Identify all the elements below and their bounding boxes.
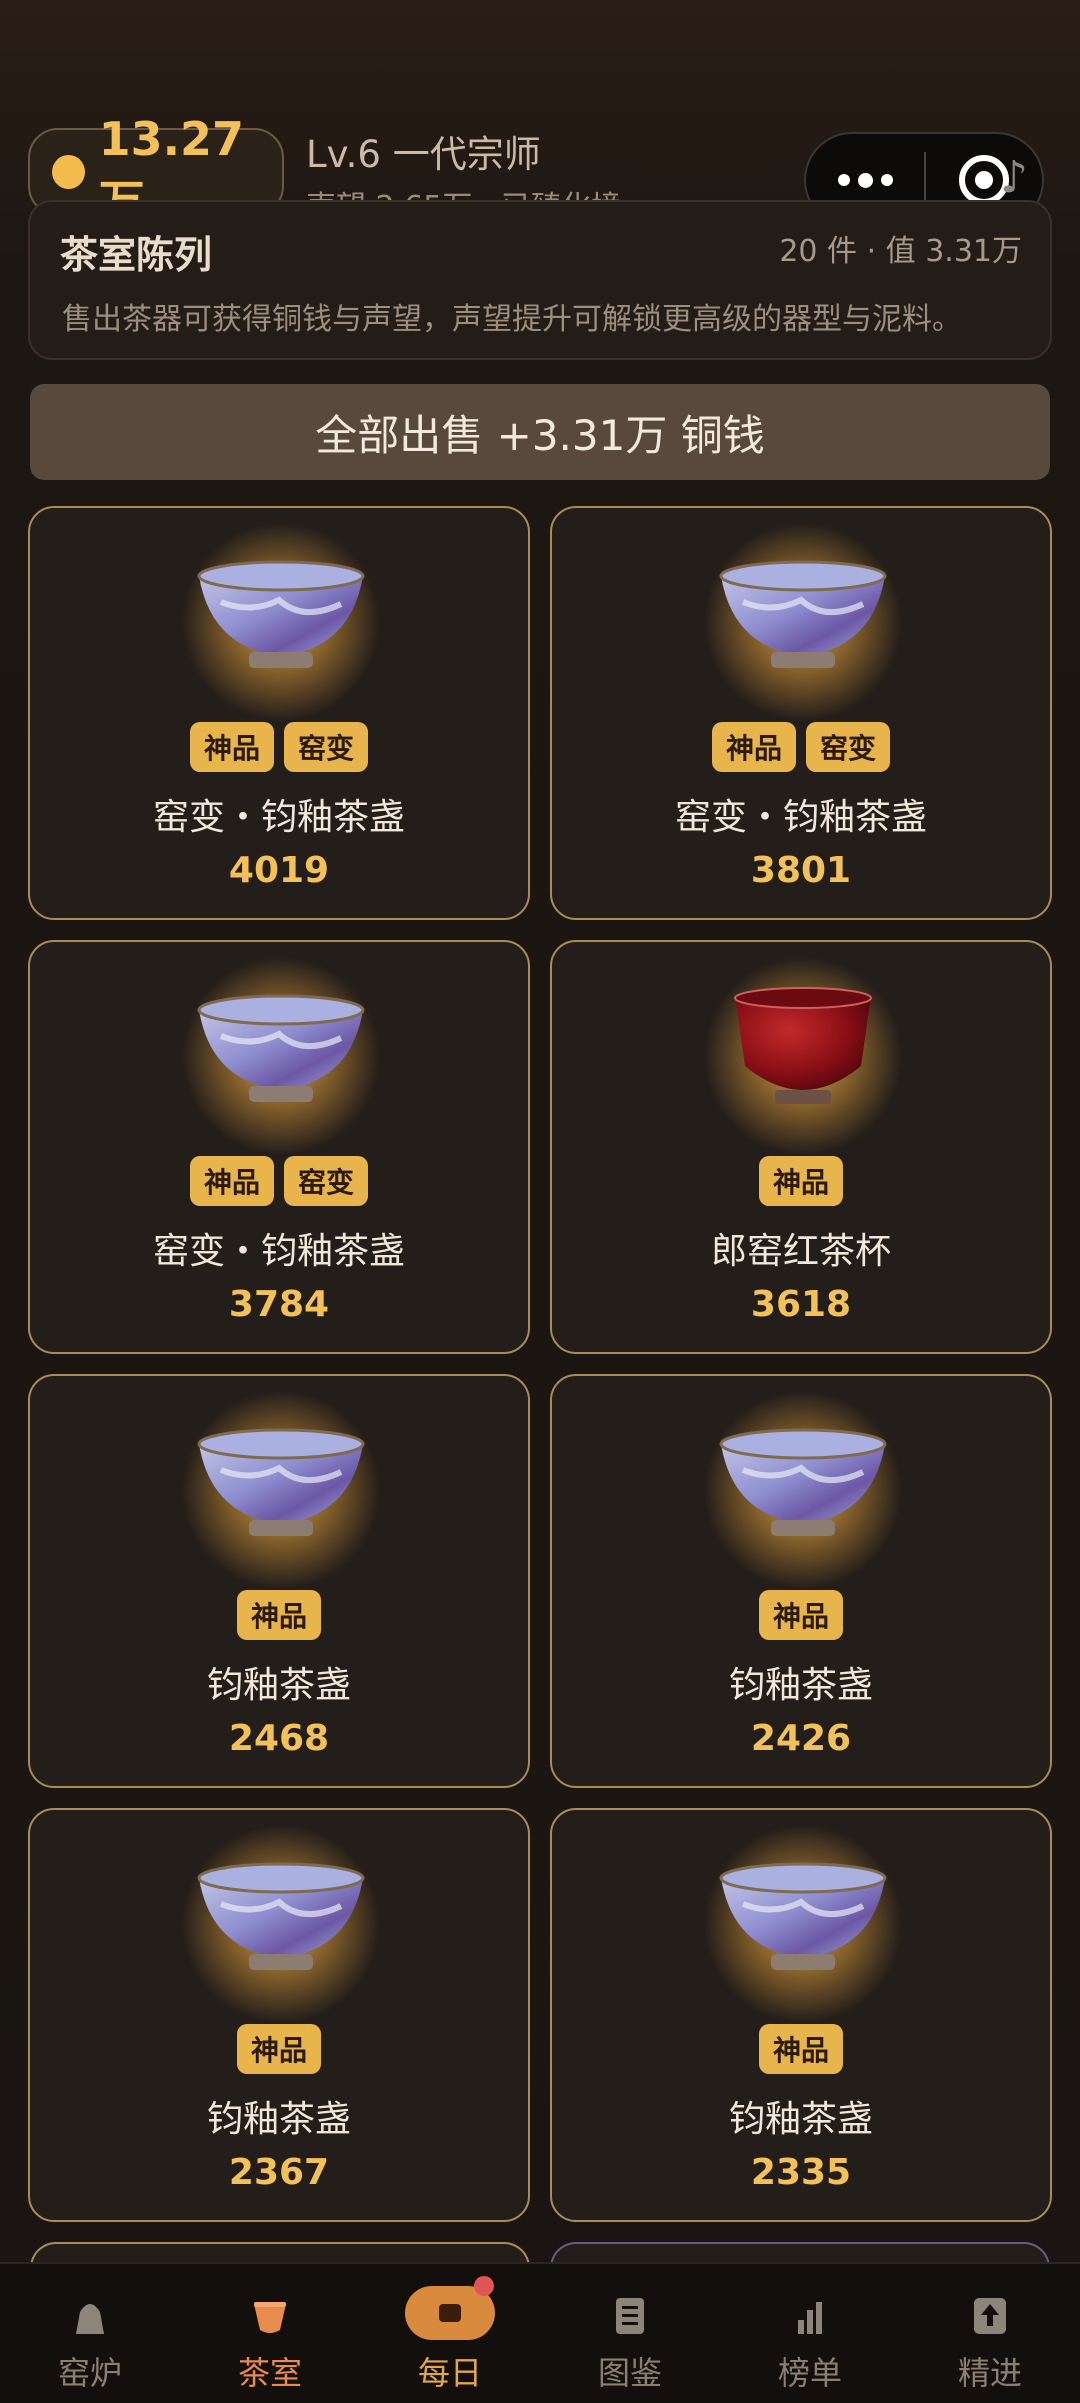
item-tags: 神品 窑变: [30, 1156, 528, 1206]
item-tags: 神品 窑变: [552, 722, 1050, 772]
nav-advance[interactable]: 精进: [900, 2264, 1080, 2403]
nav-ranking[interactable]: 榜单: [720, 2264, 900, 2403]
notification-badge: [474, 2276, 494, 2296]
bottom-nav: 窑炉 茶室 每日 图鉴 榜单 精进: [0, 2262, 1080, 2403]
item-card[interactable]: 神品钧釉茶盏 2468: [28, 1374, 530, 1788]
item-tag: 神品: [189, 722, 274, 772]
item-tags: 神品: [552, 1590, 1050, 1640]
sell-all-button[interactable]: 全部出售 +3.31万 铜钱: [30, 384, 1050, 480]
red-cup-image: [734, 987, 872, 1104]
coin-icon: [52, 155, 85, 189]
item-price: 3784: [228, 1284, 330, 1325]
more-menu-button[interactable]: [806, 172, 924, 188]
item-price: 2335: [750, 2152, 852, 2193]
nav-label: 窑炉: [57, 2354, 122, 2392]
teacup-icon: [254, 2302, 286, 2333]
item-name: 钧釉茶盏: [206, 2099, 351, 2140]
item-name: 钧釉茶盏: [206, 1665, 351, 1706]
music-note-icon[interactable]: ♪: [1000, 152, 1028, 203]
kiln-icon: [76, 2304, 104, 2334]
jun-bowl-image: [197, 560, 365, 668]
item-tag: 窑变: [806, 722, 891, 772]
item-tags: 神品 窑变: [30, 722, 528, 772]
item-tag: 窑变: [284, 1156, 369, 1206]
player-level: Lv.6 一代宗师: [306, 133, 541, 176]
item-tag: 窑变: [284, 722, 369, 772]
item-price: 4019: [228, 850, 330, 891]
item-tag: 神品: [758, 1156, 843, 1206]
item-card[interactable]: 神品 窑变窑变・钧釉茶盏 4019: [28, 506, 530, 920]
nav-teahouse[interactable]: 茶室: [180, 2264, 360, 2403]
item-price: 2426: [750, 1718, 852, 1759]
display-info-card: 茶室陈列 20 件 · 值 3.31万 售出茶器可获得铜钱与声望，声望提升可解锁…: [28, 200, 1052, 360]
jun-bowl-image: [197, 994, 365, 1102]
dot-icon: [880, 174, 893, 186]
item-tags: 神品: [30, 2024, 528, 2074]
item-price: 2468: [228, 1718, 330, 1759]
jun-bowl-image: [719, 1428, 887, 1536]
item-price: 3801: [750, 850, 852, 891]
item-price: 2367: [228, 2152, 330, 2193]
item-price: 3618: [750, 1284, 852, 1325]
item-card[interactable]: 神品钧釉茶盏 2426: [550, 1374, 1052, 1788]
item-card[interactable]: 神品 窑变窑变・钧釉茶盏 3801: [550, 506, 1052, 920]
info-description: 售出茶器可获得铜钱与声望，声望提升可解锁更高级的器型与泥料。: [62, 302, 962, 337]
item-name: 窑变・钧釉茶盏: [152, 797, 405, 838]
item-card[interactable]: 神品钧釉茶盏 2367: [28, 1808, 530, 2222]
dot-icon: [837, 174, 850, 186]
item-grid: 神品 窑变 窑变・钧釉茶盏 4019 神品 窑变 窑变・钧釉茶盏 3801 神品 窑变 窑变・钧釉茶…: [28, 506, 1052, 2222]
item-name: 窑变・钧釉茶盏: [152, 1231, 405, 1272]
item-name: 钧釉茶盏: [728, 1665, 873, 1706]
item-card[interactable]: 神品钧釉茶盏 2335: [550, 1808, 1052, 2222]
upgrade-icon: [974, 2298, 1006, 2334]
bar-chart-icon: [798, 2302, 822, 2334]
item-tag: 神品: [236, 1590, 321, 1640]
item-tags: 神品: [552, 1156, 1050, 1206]
book-icon: [616, 2298, 644, 2334]
item-tag: 神品: [236, 2024, 321, 2074]
item-name: 钧釉茶盏: [728, 2099, 873, 2140]
item-tag: 神品: [758, 2024, 843, 2074]
item-name: 窑变・钧釉茶盏: [674, 797, 927, 838]
item-tag: 神品: [189, 1156, 274, 1206]
nav-label: 榜单: [777, 2354, 842, 2392]
info-title: 茶室陈列: [60, 233, 213, 277]
nav-label: 茶室: [237, 2354, 302, 2392]
nav-kiln[interactable]: 窑炉: [0, 2264, 180, 2403]
jun-bowl-image: [197, 1428, 365, 1536]
info-meta: 20 件 · 值 3.31万: [779, 234, 1022, 269]
item-card[interactable]: 神品 窑变窑变・钧釉茶盏 3784: [28, 940, 530, 1354]
nav-label: 精进: [957, 2354, 1022, 2392]
nav-label: 图鉴: [597, 2354, 662, 2392]
item-tag: 神品: [758, 1590, 843, 1640]
item-tags: 神品: [30, 1590, 528, 1640]
jun-bowl-image: [719, 1862, 887, 1970]
dot-icon: [857, 172, 873, 188]
jun-bowl-image: [719, 560, 887, 668]
jun-bowl-image: [197, 1862, 365, 1970]
nav-daily[interactable]: 每日: [360, 2264, 540, 2403]
nav-catalog[interactable]: 图鉴: [540, 2264, 720, 2403]
item-tags: 神品: [552, 2024, 1050, 2074]
item-tag: 神品: [711, 722, 796, 772]
nav-label: 每日: [417, 2354, 482, 2392]
item-name: 郎窑红茶杯: [710, 1231, 891, 1272]
item-card[interactable]: 神品郎窑红茶杯 3618: [550, 940, 1052, 1354]
